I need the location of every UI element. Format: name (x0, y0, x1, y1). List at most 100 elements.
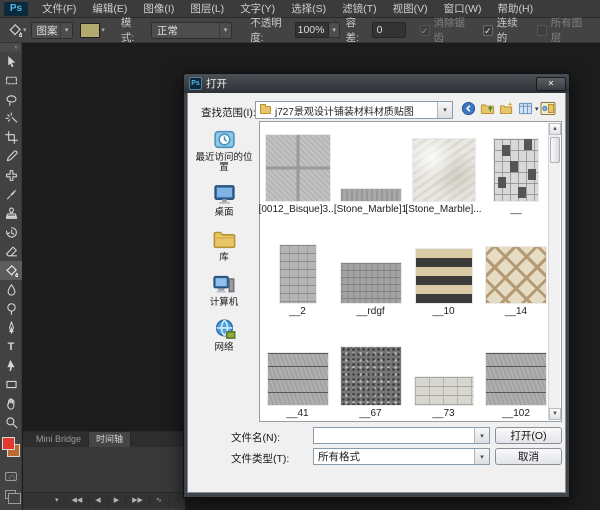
zoom-tool[interactable] (0, 413, 22, 432)
file-thumbnail[interactable] (266, 135, 330, 201)
file-item[interactable]: __67 (334, 318, 407, 420)
place-recent-places[interactable]: 最近访问的位置 (192, 127, 256, 173)
file-thumbnail[interactable] (486, 247, 546, 303)
history-brush-tool[interactable] (0, 223, 22, 242)
mode-select[interactable]: 正常 ▾ (151, 22, 232, 39)
file-thumbnail[interactable] (415, 377, 473, 405)
dodge-icon (5, 302, 18, 315)
file-item[interactable]: __41 (261, 318, 334, 420)
up-one-level-button[interactable] (480, 101, 495, 116)
photoshop-logo-icon: Ps (4, 2, 28, 16)
file-item[interactable]: __10 (407, 216, 480, 318)
views-button[interactable] (518, 101, 533, 116)
pattern-swatch[interactable] (80, 23, 100, 38)
file-item[interactable]: [0012_Bisque]3... (261, 124, 334, 216)
panel-tab[interactable]: 时间轴 (88, 431, 131, 447)
file-thumbnail[interactable] (416, 249, 472, 303)
file-item[interactable]: __14 (480, 216, 552, 318)
file-thumbnail[interactable] (341, 189, 401, 201)
type-icon: T (8, 341, 15, 353)
color-swatches[interactable] (0, 436, 22, 466)
file-item[interactable]: __rdgf (334, 216, 407, 318)
paint-bucket-preset-icon[interactable]: ▾ (8, 23, 27, 37)
views-caret-icon[interactable]: ▾ (535, 105, 539, 113)
all-layers-checkbox[interactable] (537, 25, 547, 36)
foreground-color-swatch[interactable] (2, 437, 15, 450)
file-item[interactable]: __2 (261, 216, 334, 318)
next-frame-button[interactable]: ▶▶ (126, 494, 150, 508)
quick-mask-button[interactable] (5, 472, 17, 481)
quick-selection-tool[interactable] (0, 109, 22, 128)
look-in-select[interactable]: j727景观设计铺装材料材质贴图 ▾ (255, 101, 453, 119)
pattern-picker[interactable]: ▾ (80, 23, 105, 38)
new-folder-button[interactable] (499, 101, 514, 116)
antialias-checkbox[interactable]: ✓ (420, 25, 430, 36)
place-libraries[interactable]: 库 (212, 227, 237, 263)
panel-tab[interactable]: Mini Bridge (29, 432, 88, 447)
preview-pane-button[interactable] (540, 101, 556, 121)
scroll-up-icon[interactable]: ▲ (549, 123, 561, 135)
go-first-frame-button[interactable]: ◀◀ (66, 494, 90, 508)
file-item[interactable]: __ (480, 124, 552, 216)
fill-source-select[interactable]: 图案 ▾ (31, 22, 74, 39)
file-name-input[interactable]: ▾ (313, 427, 490, 444)
opacity-input[interactable]: 100% (295, 22, 329, 38)
file-thumbnail[interactable] (494, 139, 538, 201)
eyedropper-tool[interactable] (0, 147, 22, 166)
crop-tool[interactable] (0, 128, 22, 147)
clone-stamp-tool[interactable] (0, 204, 22, 223)
menu-item[interactable]: 图层(L) (182, 0, 232, 18)
cancel-button[interactable]: 取消 (495, 448, 562, 465)
brush-tool[interactable] (0, 185, 22, 204)
screen-mode-button[interactable] (5, 490, 16, 499)
blur-tool[interactable] (0, 280, 22, 299)
opacity-caret-icon[interactable]: ▾ (329, 22, 339, 38)
collapse-toolbar-chevron[interactable]: » (0, 43, 21, 52)
file-thumbnail[interactable] (413, 139, 475, 201)
lasso-tool[interactable] (0, 90, 22, 109)
prev-frame-button[interactable]: ◀ (89, 494, 107, 508)
file-thumbnail[interactable] (268, 353, 328, 405)
open-button[interactable]: 打开(O) (495, 427, 562, 444)
file-item[interactable]: __73 (407, 318, 480, 420)
place-network[interactable]: 网络 (212, 317, 237, 353)
menu-item[interactable]: 文件(F) (34, 0, 84, 18)
play-button[interactable]: ▶ (108, 494, 126, 508)
transition-button[interactable]: ∿ (150, 494, 169, 508)
marquee-tool[interactable] (0, 71, 22, 90)
file-item[interactable]: [Stone_Marble]1 (334, 124, 407, 216)
path-selection-tool[interactable] (0, 356, 22, 375)
scrollbar-thumb[interactable] (550, 137, 560, 163)
place-computer[interactable]: 计算机 (210, 272, 239, 308)
look-in-label: 查找范围(I): (201, 105, 256, 120)
contiguous-checkbox[interactable]: ✓ (483, 25, 493, 36)
dodge-tool[interactable] (0, 299, 22, 318)
hand-tool[interactable] (0, 394, 22, 413)
close-button[interactable]: ✕ (536, 77, 566, 91)
contiguous-option[interactable]: ✓连续的 (483, 15, 525, 45)
all-layers-option[interactable]: 所有图层 (537, 15, 588, 45)
pen-tool[interactable] (0, 318, 22, 337)
eraser-tool[interactable] (0, 242, 22, 261)
antialias-option[interactable]: ✓消除锯齿 (420, 15, 471, 45)
scroll-down-icon[interactable]: ▼ (549, 408, 561, 420)
scrollbar[interactable]: ▲ ▼ (548, 123, 560, 420)
file-item[interactable]: __102 (480, 318, 552, 420)
file-thumbnail[interactable] (341, 347, 401, 405)
tolerance-input[interactable]: 0 (372, 22, 406, 38)
file-thumbnail[interactable] (486, 353, 546, 405)
dialog-titlebar[interactable]: Ps 打开 ✕ (184, 74, 569, 93)
place-desktop[interactable]: 桌面 (212, 182, 237, 218)
paint-bucket-tool[interactable] (0, 261, 22, 280)
back-button[interactable] (461, 101, 476, 116)
file-thumbnail[interactable] (280, 245, 316, 303)
file-type-select[interactable]: 所有格式 ▾ (313, 448, 490, 465)
shape-tool[interactable] (0, 375, 22, 394)
type-tool[interactable]: T (0, 337, 22, 356)
file-item[interactable]: [Stone_Marble]... (407, 124, 480, 216)
move-tool[interactable] (0, 52, 22, 71)
panel-menu-button[interactable]: ▾ (49, 494, 66, 508)
look-in-value: j727景观设计铺装材料材质贴图 (275, 103, 414, 118)
healing-brush-tool[interactable] (0, 166, 22, 185)
file-thumbnail[interactable] (341, 263, 401, 303)
